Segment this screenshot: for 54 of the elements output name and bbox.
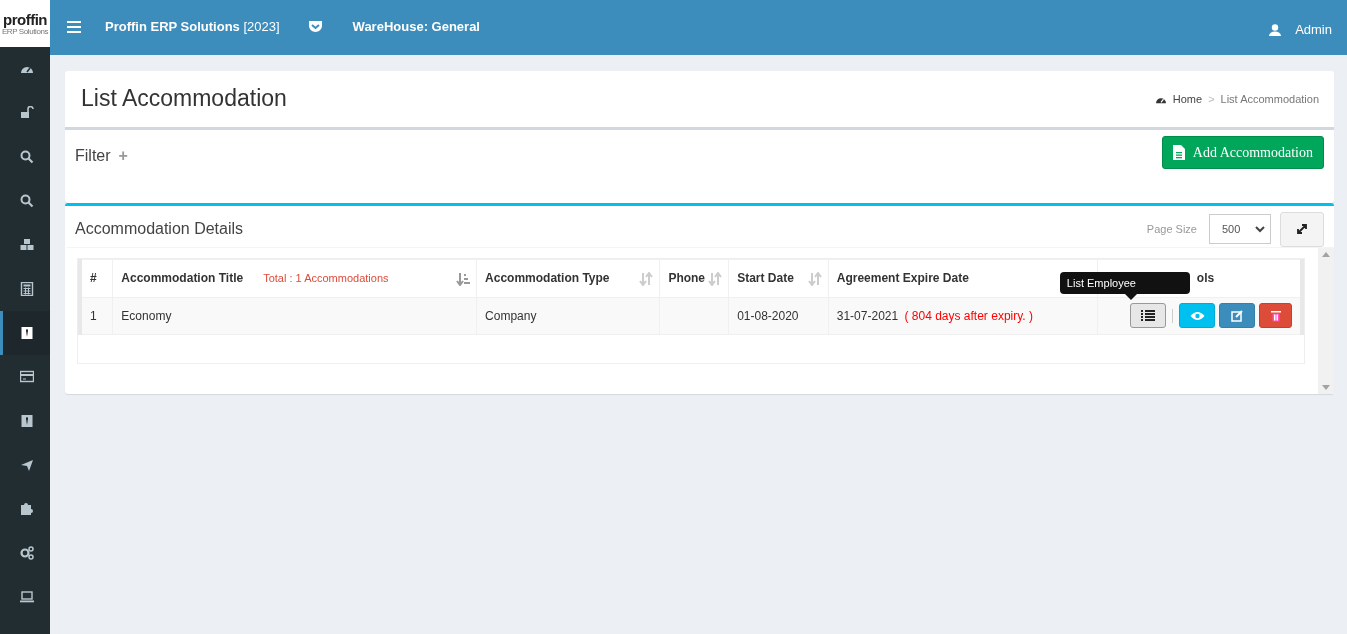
column-header: ols — [1196, 271, 1215, 286]
breadcrumb-link[interactable]: Home — [1172, 90, 1203, 108]
gears-icon — [19, 546, 34, 560]
breadcrumb-separator: > — [1208, 91, 1215, 107]
table-cell: Company — [485, 308, 537, 323]
search-icon — [19, 150, 34, 164]
list-icon — [1141, 310, 1155, 322]
logo: proffin ERP Solutions — [0, 0, 50, 47]
chevron-down-icon — [1255, 225, 1265, 233]
page-size-select[interactable]: 500 — [1209, 214, 1271, 245]
column-header[interactable]: Agreement Expire Date — [836, 271, 969, 286]
page-title: List Accommodation — [81, 85, 287, 113]
breadcrumb-current: List Accommodation — [1220, 91, 1319, 107]
trash-icon — [1270, 309, 1281, 322]
tooltip: List Employee — [1059, 271, 1190, 295]
list-button[interactable] — [1130, 303, 1166, 329]
filter-label[interactable]: Filter — [75, 146, 111, 164]
edit-button[interactable] — [1219, 303, 1255, 329]
warehouse-label[interactable]: WareHouse: General — [352, 16, 480, 37]
page-size-label: Page Size — [1146, 221, 1197, 237]
sort-icon[interactable] — [456, 271, 471, 286]
tooltip-arrow-icon — [1124, 294, 1137, 301]
expand-button[interactable] — [1280, 211, 1324, 247]
document-icon — [1172, 144, 1185, 160]
table-cell: 01-08-2020 — [737, 308, 799, 323]
edit-icon — [1230, 309, 1244, 322]
lock-icon — [19, 106, 34, 120]
app-title: Proffin ERP Solutions [2023] — [105, 17, 280, 36]
total-count: Total : 1 Accommodations — [263, 272, 389, 285]
user-icon[interactable] — [1269, 23, 1282, 36]
puzzle-icon — [19, 502, 34, 516]
section-title: Accommodation Details — [75, 219, 244, 240]
column-header[interactable]: Accommodation Title — [121, 271, 244, 286]
sidebar-item[interactable] — [0, 311, 50, 355]
expand-icon — [1297, 224, 1307, 235]
eye-icon — [1189, 310, 1205, 321]
cubes-icon — [19, 238, 34, 252]
id-card-icon — [19, 414, 34, 428]
delete-button[interactable] — [1259, 303, 1292, 329]
search-icon — [19, 194, 34, 208]
shield-icon[interactable] — [307, 20, 323, 33]
calculator-icon — [19, 282, 34, 296]
view-button[interactable] — [1179, 303, 1215, 329]
id-card-icon — [19, 326, 34, 340]
menu-icon[interactable] — [67, 20, 81, 33]
table-cell: 31-07-2021 — [836, 308, 899, 323]
plane-icon — [19, 458, 34, 472]
user-name[interactable]: Admin — [1295, 19, 1332, 40]
expiry-note: ( 804 days after expiry. ) — [903, 308, 1033, 323]
table-cell: 1 — [90, 308, 97, 323]
column-header: # — [90, 271, 97, 286]
table-cell: Economy — [121, 308, 172, 323]
credit-card-icon — [19, 370, 34, 384]
laptop-icon — [19, 590, 34, 604]
